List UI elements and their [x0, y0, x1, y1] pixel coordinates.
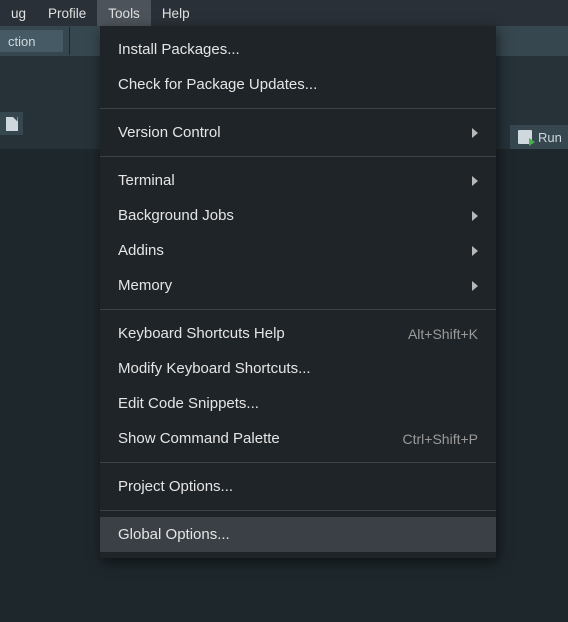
menu-item-shortcut: Alt+Shift+K [408, 326, 478, 342]
menu-separator [100, 462, 496, 463]
menu-item-shortcut: Ctrl+Shift+P [403, 431, 478, 447]
menu-item-label: Background Jobs [118, 207, 462, 224]
chevron-right-icon [472, 281, 478, 291]
tools-menu: Install Packages... Check for Package Upd… [100, 26, 496, 558]
toolbar-selector-label: ction [8, 34, 35, 49]
menu-item-label: Addins [118, 242, 462, 259]
menu-item-keyboard-shortcuts-help[interactable]: Keyboard Shortcuts Help Alt+Shift+K [100, 316, 496, 351]
menu-item-label: Keyboard Shortcuts Help [118, 325, 388, 342]
menu-item-modify-keyboard-shortcuts[interactable]: Modify Keyboard Shortcuts... [100, 351, 496, 386]
menu-item-label: Modify Keyboard Shortcuts... [118, 360, 478, 377]
menu-item-label: Install Packages... [118, 41, 478, 58]
menubar-item-profile[interactable]: Profile [37, 0, 97, 26]
menu-separator [100, 309, 496, 310]
menu-item-label: Version Control [118, 124, 462, 141]
menu-separator [100, 510, 496, 511]
file-icon [6, 117, 18, 131]
menu-item-label: Edit Code Snippets... [118, 395, 478, 412]
menu-separator [100, 108, 496, 109]
menu-item-label: Terminal [118, 172, 462, 189]
toolbar-function-selector[interactable]: ction [0, 30, 63, 52]
menu-item-install-packages[interactable]: Install Packages... [100, 32, 496, 67]
menu-item-project-options[interactable]: Project Options... [100, 469, 496, 504]
menu-item-label: Check for Package Updates... [118, 76, 478, 93]
menu-item-show-command-palette[interactable]: Show Command Palette Ctrl+Shift+P [100, 421, 496, 456]
menu-item-addins[interactable]: Addins [100, 233, 496, 268]
menubar-item-tools[interactable]: Tools [97, 0, 151, 26]
menu-item-label: Show Command Palette [118, 430, 383, 447]
menu-item-check-for-package-updates[interactable]: Check for Package Updates... [100, 67, 496, 102]
menu-item-edit-code-snippets[interactable]: Edit Code Snippets... [100, 386, 496, 421]
menubar-item-ug[interactable]: ug [0, 0, 37, 26]
chevron-right-icon [472, 176, 478, 186]
menu-separator [100, 156, 496, 157]
run-icon [518, 130, 532, 144]
menu-item-background-jobs[interactable]: Background Jobs [100, 198, 496, 233]
tabwell-dropdown[interactable] [0, 112, 23, 135]
menu-item-version-control[interactable]: Version Control [100, 115, 496, 150]
run-button-label: Run [538, 130, 562, 145]
menu-item-terminal[interactable]: Terminal [100, 163, 496, 198]
menu-item-memory[interactable]: Memory [100, 268, 496, 303]
menu-item-label: Global Options... [118, 526, 478, 543]
chevron-right-icon [472, 211, 478, 221]
chevron-right-icon [472, 128, 478, 138]
menu-item-global-options[interactable]: Global Options... [100, 517, 496, 552]
menu-item-label: Project Options... [118, 478, 478, 495]
menubar-item-help[interactable]: Help [151, 0, 201, 26]
toolbar-separator [69, 27, 70, 55]
run-button[interactable]: Run [510, 125, 568, 149]
chevron-right-icon [472, 246, 478, 256]
menubar: ugProfileToolsHelp [0, 0, 568, 26]
menu-item-label: Memory [118, 277, 462, 294]
